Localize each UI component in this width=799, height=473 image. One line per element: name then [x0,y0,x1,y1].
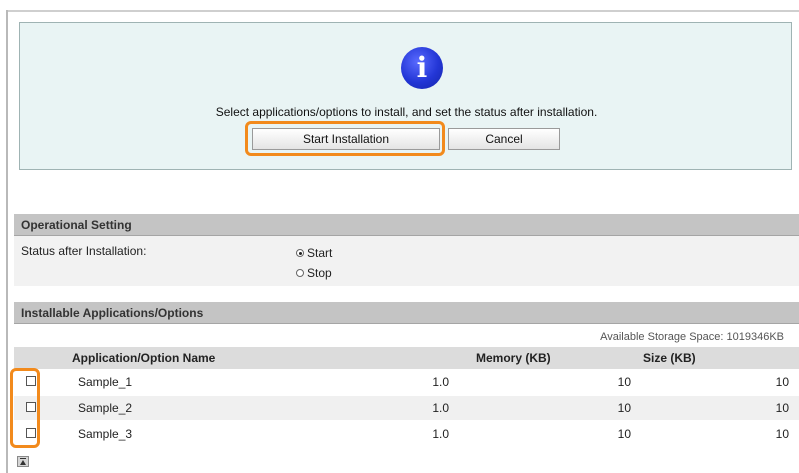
available-storage-text: Available Storage Space: 1019346KB [600,331,784,343]
apps-table-header: Application/Option Name Memory (KB) Size… [14,347,799,369]
status-after-installation-label: Status after Installation: [21,244,147,258]
cancel-button[interactable]: Cancel [448,128,560,150]
column-header-size: Size (KB) [643,351,696,365]
app-size: 10 [775,427,789,441]
app-name: Sample_3 [78,427,133,441]
stop-radio[interactable] [296,269,304,277]
scroll-to-top-icon[interactable] [17,456,29,467]
app-memory: 10 [617,375,631,389]
start-radio[interactable] [296,249,304,257]
checkbox-column-highlight [10,368,40,448]
app-version: 1.0 [432,375,449,389]
install-instruction-text: Select applications/options to install, … [215,105,598,119]
app-version: 1.0 [432,401,449,415]
operational-setting-header: Operational Setting [14,214,799,236]
app-memory: 10 [617,427,631,441]
page-frame-top [6,10,799,12]
column-header-memory: Memory (KB) [476,351,551,365]
operational-setting-body: Status after Installation: Start Stop [14,236,799,286]
table-row: Sample_3 1.0 10 10 [14,422,799,446]
status-stop-option[interactable]: Stop [296,266,332,280]
table-row: Sample_1 1.0 10 10 [14,370,799,394]
table-row: Sample_2 1.0 10 10 [14,396,799,420]
column-header-name: Application/Option Name [72,351,216,365]
installable-apps-header: Installable Applications/Options [14,302,799,324]
app-size: 10 [775,401,789,415]
page-frame-left [6,10,8,473]
app-name: Sample_1 [78,375,133,389]
app-size: 10 [775,375,789,389]
stop-radio-label: Stop [307,266,332,280]
app-name: Sample_2 [78,401,133,415]
app-memory: 10 [617,401,631,415]
status-start-option[interactable]: Start [296,246,332,260]
info-icon: i [401,47,443,89]
start-button-highlight [245,121,445,156]
start-radio-label: Start [307,246,333,260]
app-version: 1.0 [432,427,449,441]
